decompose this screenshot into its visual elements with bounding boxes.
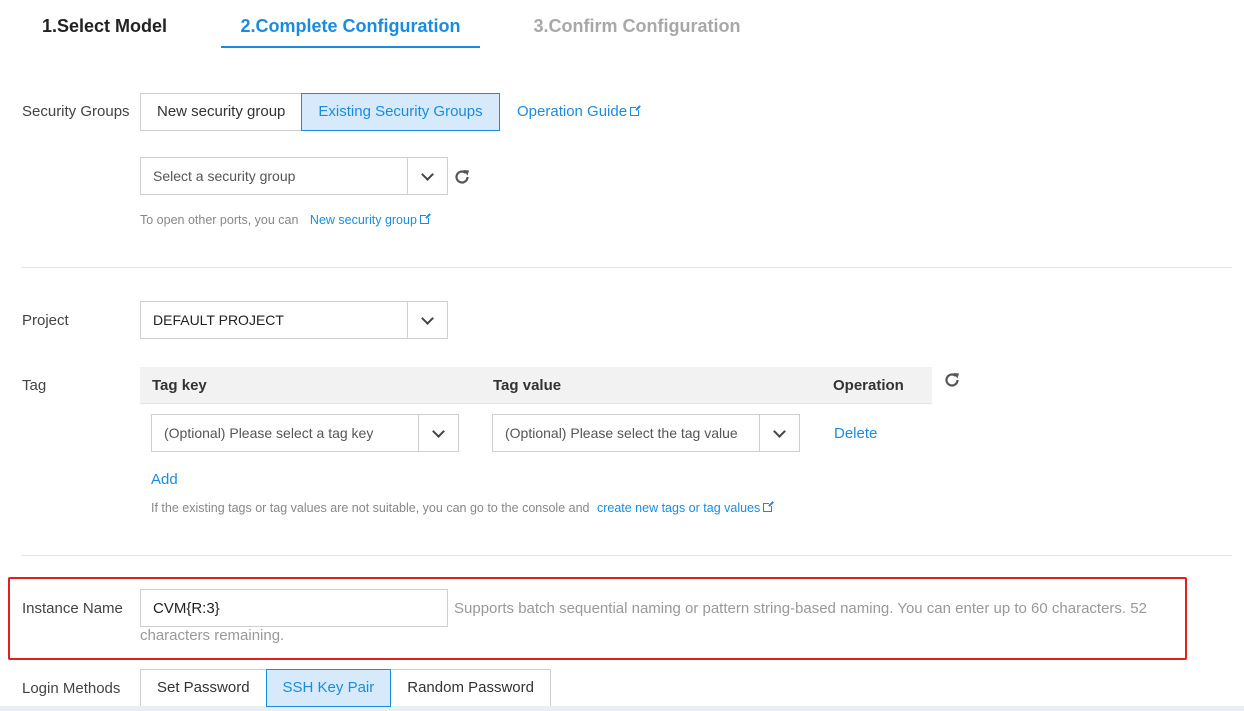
random-password-option[interactable]: Random Password xyxy=(390,669,551,707)
refresh-icon[interactable] xyxy=(943,371,961,389)
tag-value-select-value: (Optional) Please select the tag value xyxy=(505,425,738,441)
login-methods-label: Login Methods xyxy=(22,680,121,697)
steps-bar: 1.Select Model 2.Complete Configuration … xyxy=(0,0,1244,50)
tag-key-select[interactable]: (Optional) Please select a tag key xyxy=(151,414,459,452)
security-group-select[interactable]: Select a security group xyxy=(140,157,448,195)
add-tag-link[interactable]: Add xyxy=(151,471,178,488)
chevron-down-icon xyxy=(759,415,799,451)
create-tags-link[interactable]: create new tags or tag values xyxy=(596,501,775,515)
ssh-key-pair-option[interactable]: SSH Key Pair xyxy=(265,669,392,707)
tag-hint-text: If the existing tags or tag values are n… xyxy=(151,501,590,515)
tag-label: Tag xyxy=(22,377,47,394)
new-security-group-link[interactable]: New security group xyxy=(309,213,431,227)
project-select-value: DEFAULT PROJECT xyxy=(153,312,284,328)
chevron-down-icon xyxy=(407,158,447,194)
security-group-hint: To open other ports, you can New securit… xyxy=(140,213,431,227)
tag-key-column-header: Tag key xyxy=(152,377,207,394)
tag-hint: If the existing tags or tag values are n… xyxy=(151,501,775,515)
refresh-icon[interactable] xyxy=(453,168,471,186)
existing-security-groups-option[interactable]: Existing Security Groups xyxy=(301,93,500,131)
new-security-group-link-label: New security group xyxy=(309,213,417,227)
instance-name-hint-line2: characters remaining. xyxy=(140,627,285,644)
external-link-icon xyxy=(763,501,775,512)
operation-guide-label: Operation Guide xyxy=(517,103,628,120)
chevron-down-icon xyxy=(418,415,458,451)
create-tags-link-label: create new tags or tag values xyxy=(596,501,761,515)
security-group-type-toggle: New security group Existing Security Gro… xyxy=(140,93,500,131)
instance-name-hint-line1: Supports batch sequential naming or patt… xyxy=(454,600,1147,617)
divider xyxy=(22,555,1232,556)
instance-name-label: Instance Name xyxy=(22,600,123,617)
step-select-model[interactable]: 1.Select Model xyxy=(22,0,187,48)
security-groups-label: Security Groups xyxy=(22,103,130,120)
operation-guide-link[interactable]: Operation Guide xyxy=(517,103,642,120)
tag-value-select[interactable]: (Optional) Please select the tag value xyxy=(492,414,800,452)
external-link-icon xyxy=(419,213,431,224)
bottom-bar xyxy=(0,706,1244,711)
set-password-option[interactable]: Set Password xyxy=(140,669,267,707)
operation-column-header: Operation xyxy=(833,377,904,394)
login-method-toggle: Set Password SSH Key Pair Random Passwor… xyxy=(140,669,551,707)
step-complete-configuration[interactable]: 2.Complete Configuration xyxy=(221,0,480,48)
delete-tag-link[interactable]: Delete xyxy=(834,425,877,442)
new-security-group-option[interactable]: New security group xyxy=(140,93,303,131)
divider xyxy=(22,267,1232,268)
project-select[interactable]: DEFAULT PROJECT xyxy=(140,301,448,339)
project-label: Project xyxy=(22,312,69,329)
tag-value-column-header: Tag value xyxy=(493,377,562,394)
external-link-icon xyxy=(630,105,642,116)
step-confirm-configuration[interactable]: 3.Confirm Configuration xyxy=(512,0,762,48)
chevron-down-icon xyxy=(407,302,447,338)
security-group-select-value: Select a security group xyxy=(153,168,296,184)
tag-key-select-value: (Optional) Please select a tag key xyxy=(164,425,374,441)
tag-table-header: Tag key Tag value Operation xyxy=(140,367,932,404)
security-group-hint-text: To open other ports, you can xyxy=(140,213,299,227)
